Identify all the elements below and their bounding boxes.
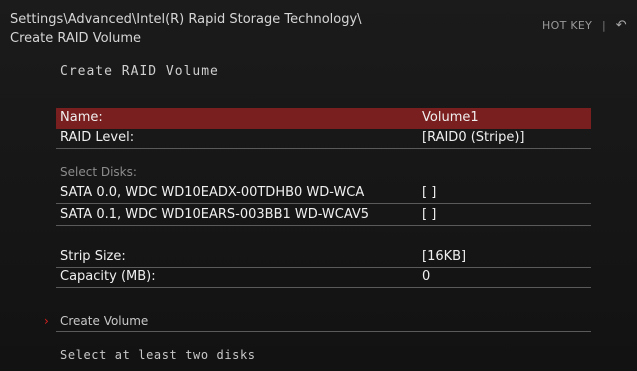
back-arrow-icon[interactable]: ↶ [616,18,627,33]
breadcrumb-current: Create RAID Volume [10,31,142,46]
hotkey-bar: HOT KEY | ↶ [542,18,627,33]
bios-window: Settings\Advanced\Intel(R) Rapid Storage… [0,0,637,371]
disk-checkbox[interactable]: [ ] [422,183,436,203]
select-disks-label: Select Disks: [60,165,137,179]
hotkey-button[interactable]: HOT KEY [542,19,592,32]
name-field-row[interactable]: Name: Volume1 [56,108,591,129]
breadcrumb-path: Settings\Advanced\Intel(R) Rapid Storage… [10,12,362,27]
disk-checkbox[interactable]: [ ] [422,205,436,225]
disk-row-0[interactable]: SATA 0.0, WDC WD10EADX-00TDHB0 WD-WCA [ … [56,183,591,204]
raid-level-value[interactable]: [RAID0 (Stripe)] [422,128,525,148]
capacity-row[interactable]: Capacity (MB): 0 [56,267,591,288]
hotkey-separator: | [601,19,606,32]
help-text: Select at least two disks [60,348,256,362]
name-label: Name: [60,110,103,125]
chevron-right-icon: › [44,314,49,328]
create-volume-button[interactable]: › Create Volume [44,311,591,332]
strip-size-value[interactable]: [16KB] [422,247,466,267]
disk-row-1[interactable]: SATA 0.1, WDC WD10EARS-003BB1 WD-WCAV5 [… [56,205,591,226]
strip-size-label: Strip Size: [60,249,126,264]
name-value[interactable]: Volume1 [422,108,479,128]
strip-size-row[interactable]: Strip Size: [16KB] [56,247,591,268]
capacity-value[interactable]: 0 [422,267,430,287]
capacity-label: Capacity (MB): [60,269,156,284]
create-volume-label: Create Volume [60,314,149,328]
raid-level-row[interactable]: RAID Level: [RAID0 (Stripe)] [56,128,591,149]
page-title: Create RAID Volume [60,64,219,79]
breadcrumb: Settings\Advanced\Intel(R) Rapid Storage… [10,10,430,48]
disk-label: SATA 0.0, WDC WD10EADX-00TDHB0 WD-WCA [60,185,365,200]
raid-level-label: RAID Level: [60,130,135,145]
disk-label: SATA 0.1, WDC WD10EARS-003BB1 WD-WCAV5 [60,207,370,222]
